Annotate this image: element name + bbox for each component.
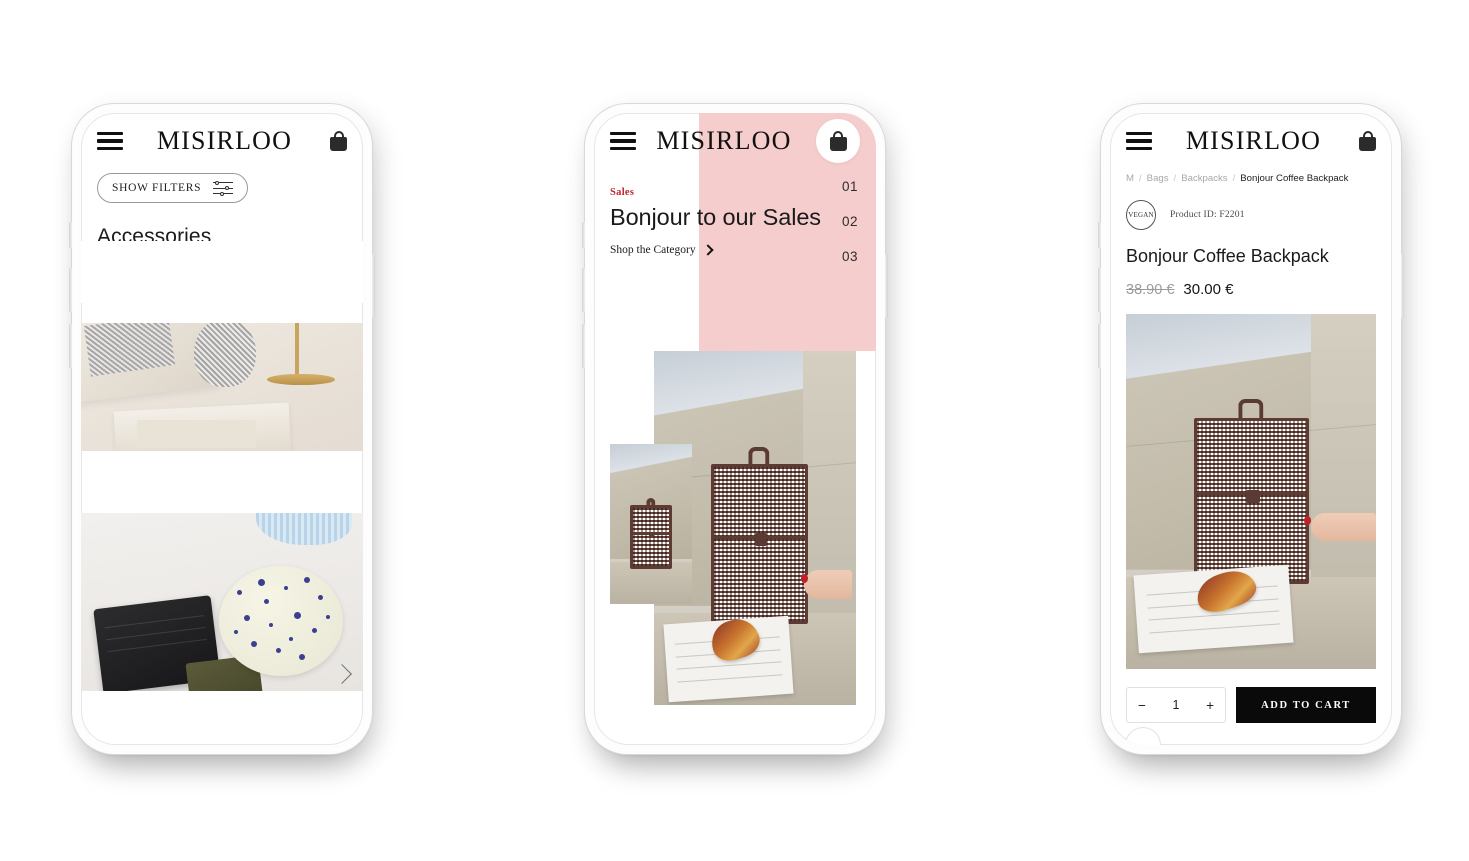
sale-price: 30.00 € bbox=[1183, 281, 1234, 298]
quantity-increase-button[interactable]: + bbox=[1206, 698, 1214, 713]
chevron-right-icon bbox=[701, 244, 714, 256]
breadcrumb-item-1[interactable]: Bags bbox=[1147, 173, 1169, 184]
phone3-content: M / Bags / Backpacks / Bonjour Coffee Ba… bbox=[1110, 173, 1392, 723]
original-price: 38.90 € bbox=[1126, 282, 1175, 298]
phone-volume-down-button bbox=[582, 324, 585, 368]
breadcrumb-separator: / bbox=[1232, 173, 1236, 184]
phone-power-button bbox=[372, 254, 375, 318]
add-to-cart-button[interactable]: ADD TO CART bbox=[1236, 687, 1376, 723]
product-title: Bonjour Coffee Backpack bbox=[1126, 246, 1329, 266]
phone2-content: Sales Bonjour to our Sales Shop the Cate… bbox=[594, 169, 876, 256]
slide-number-1[interactable]: 01 bbox=[842, 179, 858, 194]
breadcrumb-separator: / bbox=[1139, 173, 1142, 184]
phone2-screen: MISIRLOO 01 02 03 Sales Bonjour to our S… bbox=[594, 113, 876, 745]
slide-number-3[interactable]: 03 bbox=[842, 249, 858, 264]
show-filters-label: SHOW FILTERS bbox=[112, 182, 202, 194]
purchase-row: − 1 + ADD TO CART bbox=[1126, 687, 1376, 723]
wallets-photo bbox=[81, 512, 363, 691]
shop-the-category-link[interactable]: Shop the Category bbox=[610, 244, 860, 256]
quantity-decrease-button[interactable]: − bbox=[1138, 698, 1146, 713]
category-product-image[interactable] bbox=[81, 512, 363, 691]
breadcrumb: M / Bags / Backpacks / Bonjour Coffee Ba… bbox=[1126, 173, 1376, 184]
phone-volume-down-button bbox=[1098, 324, 1101, 368]
sales-image-secondary[interactable] bbox=[610, 444, 692, 604]
sales-image-collage bbox=[594, 351, 876, 716]
phone-volume-up-button bbox=[69, 268, 72, 312]
phone1-screen: MISIRLOO SHOW FILTERS Accessories This s… bbox=[81, 113, 363, 745]
brand-logo[interactable]: MISIRLOO bbox=[1148, 126, 1359, 156]
category-hero-image[interactable] bbox=[81, 322, 363, 451]
brand-logo[interactable]: MISIRLOO bbox=[632, 126, 816, 156]
hero-white-band bbox=[81, 241, 363, 303]
sliders-icon bbox=[213, 180, 234, 196]
phone-mockup-sales: MISIRLOO 01 02 03 Sales Bonjour to our S… bbox=[582, 104, 888, 754]
screenshot-canvas: MISIRLOO SHOW FILTERS Accessories This s… bbox=[0, 0, 1469, 861]
product-id: Product ID: F2201 bbox=[1170, 210, 1245, 220]
phone-volume-up-button bbox=[582, 268, 585, 312]
phone-mute-button bbox=[1098, 222, 1101, 248]
speckled-dish bbox=[219, 566, 344, 677]
phone-power-button bbox=[885, 254, 888, 318]
phone-power-button bbox=[1401, 254, 1404, 318]
show-filters-button[interactable]: SHOW FILTERS bbox=[97, 173, 249, 203]
phone1-app-header: MISIRLOO bbox=[81, 113, 363, 169]
phone2-app-header: MISIRLOO bbox=[594, 113, 876, 169]
product-gallery-image[interactable] bbox=[1126, 314, 1376, 669]
breadcrumb-item-current: Bonjour Coffee Backpack bbox=[1240, 173, 1349, 184]
shopping-bag-icon[interactable] bbox=[1359, 131, 1376, 151]
shopping-bag-icon[interactable] bbox=[330, 131, 347, 151]
shopping-bag-icon bbox=[829, 131, 847, 151]
cart-button[interactable] bbox=[816, 119, 860, 163]
product-meta-row: VEGAN Product ID: F2201 bbox=[1126, 200, 1376, 230]
product-photo bbox=[1126, 314, 1376, 669]
sales-headline: Bonjour to our Sales bbox=[610, 204, 821, 230]
slider-pagination: 01 02 03 bbox=[842, 179, 858, 264]
phone-mockup-category: MISIRLOO SHOW FILTERS Accessories This s… bbox=[69, 104, 375, 754]
backpack-secondary-photo bbox=[610, 444, 692, 604]
slide-number-2[interactable]: 02 bbox=[842, 214, 858, 229]
price-row: 38.90 € 30.00 € bbox=[1126, 281, 1376, 298]
phone-mute-button bbox=[69, 222, 72, 248]
quantity-stepper[interactable]: − 1 + bbox=[1126, 687, 1226, 723]
sales-kicker: Sales bbox=[610, 187, 635, 198]
breadcrumb-item-2[interactable]: Backpacks bbox=[1181, 173, 1227, 184]
phone-volume-down-button bbox=[69, 324, 72, 368]
breadcrumb-separator: / bbox=[1173, 173, 1177, 184]
shop-the-category-label: Shop the Category bbox=[610, 244, 696, 257]
phone-volume-up-button bbox=[1098, 268, 1101, 312]
phone-mute-button bbox=[582, 222, 585, 248]
vegan-badge: VEGAN bbox=[1126, 200, 1156, 230]
brand-logo[interactable]: MISIRLOO bbox=[119, 126, 330, 156]
vanity-photo bbox=[81, 322, 363, 451]
breadcrumb-item-0[interactable]: M bbox=[1126, 173, 1134, 184]
floating-action-button[interactable] bbox=[1126, 728, 1160, 745]
phone-mockup-product: MISIRLOO M / Bags / Backpacks / Bonjour … bbox=[1098, 104, 1404, 754]
phone3-screen: MISIRLOO M / Bags / Backpacks / Bonjour … bbox=[1110, 113, 1392, 745]
phone3-app-header: MISIRLOO bbox=[1110, 113, 1392, 169]
quantity-value[interactable]: 1 bbox=[1173, 698, 1180, 712]
